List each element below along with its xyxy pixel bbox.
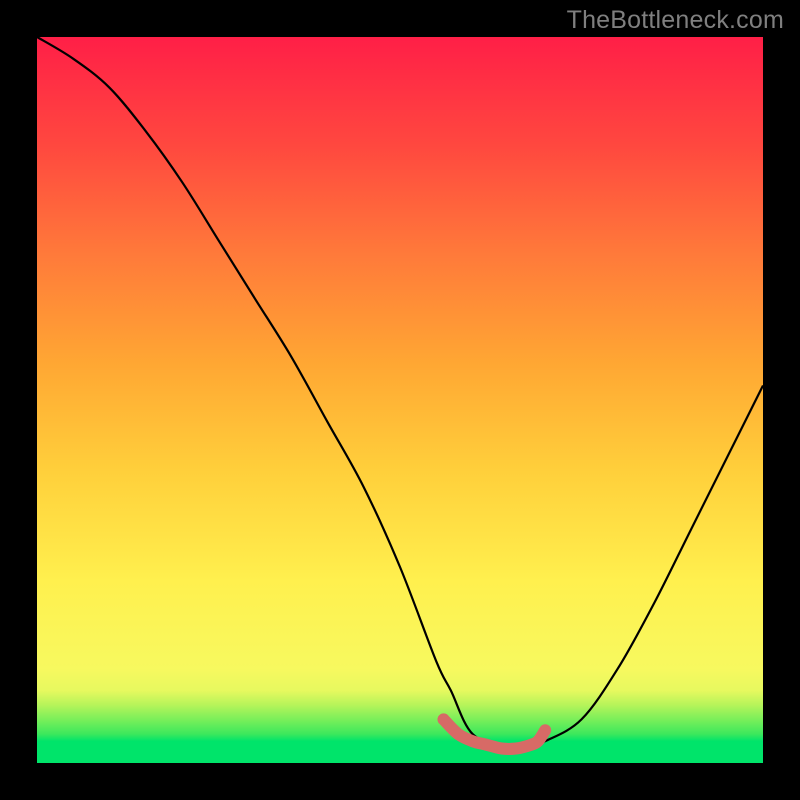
highlight-dot xyxy=(452,728,464,740)
watermark-text: TheBottleneck.com xyxy=(567,6,784,35)
bottleneck-curve xyxy=(37,37,763,750)
chart-frame: TheBottleneck.com xyxy=(0,0,800,800)
curve-svg xyxy=(37,37,763,763)
plot-area xyxy=(37,37,763,763)
highlight-dot xyxy=(438,713,450,725)
